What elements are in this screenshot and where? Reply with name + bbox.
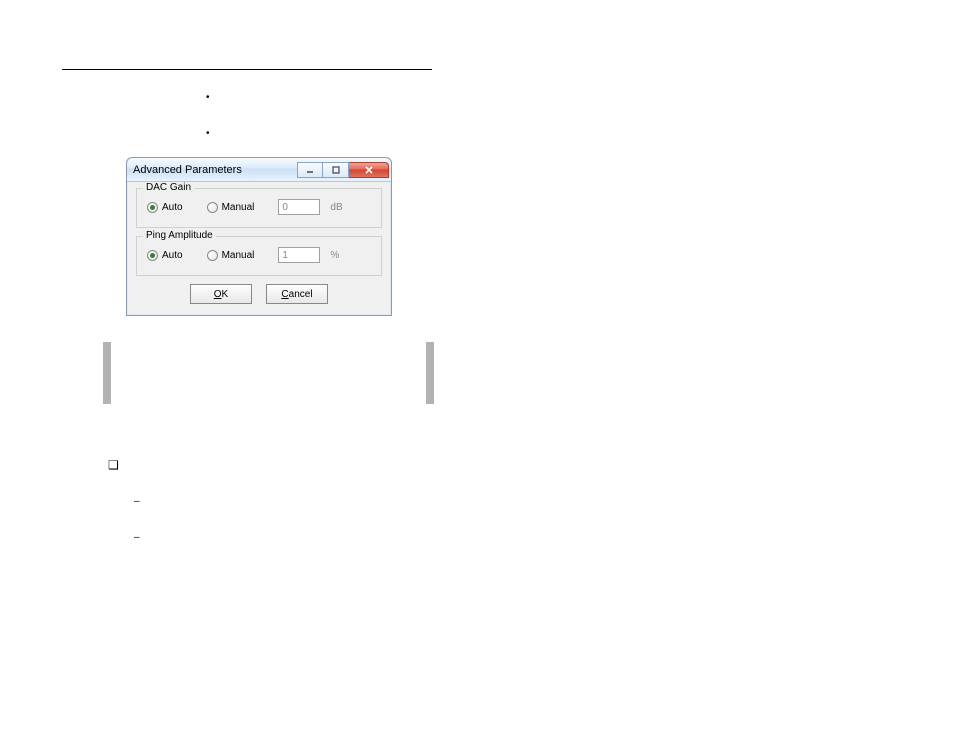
square-bullet: ❑	[108, 458, 119, 472]
ping-amplitude-group: Ping Amplitude Auto Manual 1 %	[136, 236, 382, 276]
dash-bullet: –	[134, 496, 140, 507]
radio-label: Manual	[222, 202, 255, 213]
dialog-titlebar[interactable]: Advanced Parameters	[127, 158, 391, 182]
dash-bullet: –	[134, 532, 140, 543]
dialog-title: Advanced Parameters	[133, 164, 297, 176]
radio-icon	[207, 250, 218, 261]
page-rule	[62, 69, 432, 70]
radio-label: Auto	[162, 250, 183, 261]
ping-amplitude-legend: Ping Amplitude	[143, 230, 216, 241]
advanced-parameters-dialog: Advanced Parameters DAC Gain Auto	[126, 157, 392, 316]
radio-icon	[147, 250, 158, 261]
bullet: •	[206, 128, 210, 139]
dac-gain-legend: DAC Gain	[143, 182, 194, 193]
ping-amplitude-auto-radio[interactable]: Auto	[147, 250, 183, 261]
dac-gain-manual-radio[interactable]: Manual	[207, 202, 255, 213]
radio-icon	[207, 202, 218, 213]
radio-label: Manual	[222, 250, 255, 261]
radio-icon	[147, 202, 158, 213]
ping-amplitude-unit: %	[330, 250, 339, 261]
gray-bar	[103, 342, 111, 404]
maximize-button[interactable]	[323, 162, 349, 178]
gray-bar	[426, 342, 434, 404]
dac-gain-input[interactable]: 0	[278, 199, 320, 215]
cancel-button[interactable]: Cancel	[266, 284, 328, 304]
dac-gain-group: DAC Gain Auto Manual 0 dB	[136, 188, 382, 228]
dac-gain-auto-radio[interactable]: Auto	[147, 202, 183, 213]
bullet: •	[206, 92, 210, 103]
ok-button[interactable]: OK	[190, 284, 252, 304]
close-button[interactable]	[349, 162, 389, 178]
dac-gain-unit: dB	[330, 202, 342, 213]
dialog-body: DAC Gain Auto Manual 0 dB Ping Amplitude	[127, 182, 391, 315]
radio-label: Auto	[162, 202, 183, 213]
ping-amplitude-input[interactable]: 1	[278, 247, 320, 263]
minimize-button[interactable]	[297, 162, 323, 178]
ping-amplitude-manual-radio[interactable]: Manual	[207, 250, 255, 261]
